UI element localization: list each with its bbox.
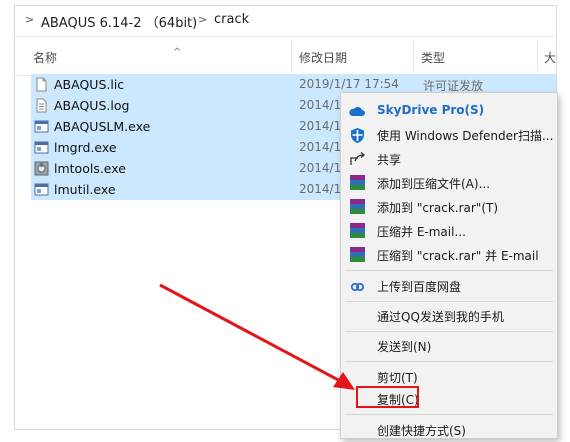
red-arrow-icon bbox=[159, 283, 355, 390]
